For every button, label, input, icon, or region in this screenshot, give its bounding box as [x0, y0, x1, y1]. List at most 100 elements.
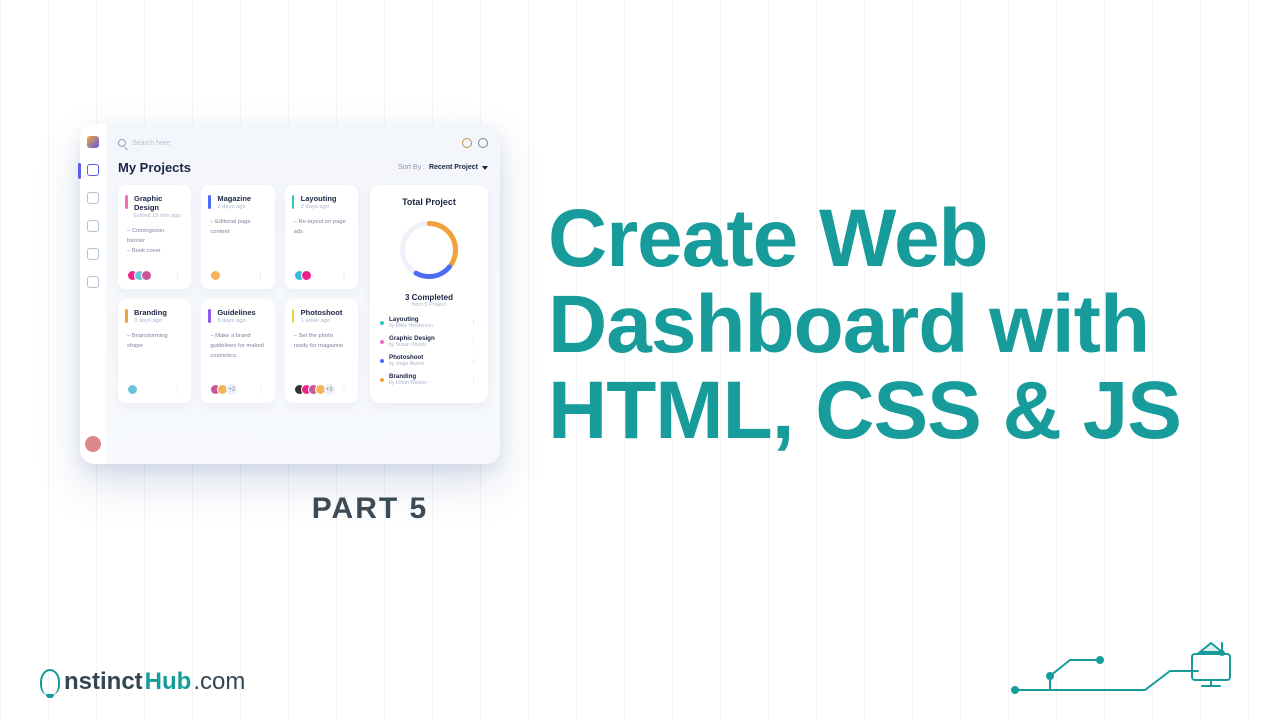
card-title: Photoshoot [301, 308, 349, 317]
card-tasks: Comingsoon bannerBook cover [127, 227, 182, 257]
project-card[interactable]: Layouting 2 days ago Re-layout on page a… [285, 185, 358, 289]
card-avatars: +2 [210, 384, 237, 395]
status-dot [380, 321, 384, 325]
side-title: Total Project [402, 197, 456, 207]
search-icon[interactable] [118, 139, 126, 147]
total-project-panel: Total Project 3 Completed from 5 Project… [370, 185, 488, 403]
nav-analytics-icon[interactable] [87, 192, 99, 204]
item-by: by Jorge Rivera [389, 361, 465, 367]
card-subtitle: 3 days ago [134, 318, 182, 324]
user-avatar[interactable] [85, 436, 101, 452]
card-menu-icon[interactable]: ⋮ [257, 271, 266, 280]
project-card[interactable]: Magazine 2 days ago Editorial page conte… [201, 185, 274, 289]
bulb-icon [40, 669, 60, 695]
item-menu-icon[interactable]: ⋮ [470, 338, 478, 346]
card-subtitle: 5 days ago [217, 318, 265, 324]
item-title: Branding [389, 373, 465, 380]
item-menu-icon[interactable]: ⋮ [470, 357, 478, 365]
card-subtitle: Edited 19 min ago [134, 213, 182, 219]
card-title: Guidelines [217, 308, 265, 317]
sort-control[interactable]: Sort By : Recent Project [398, 164, 488, 171]
side-list-item[interactable]: Photoshootby Jorge Rivera ⋮ [380, 354, 478, 367]
nav-dashboard-icon[interactable] [87, 164, 99, 176]
brand-text-3: .com [193, 668, 245, 696]
item-by: by Susan Woods [389, 342, 465, 348]
project-card[interactable]: Photoshoot 1 week ago Set the photo read… [285, 299, 358, 403]
search-input[interactable]: Search here [132, 140, 170, 147]
card-avatars [210, 270, 217, 281]
avatar [210, 270, 221, 281]
card-title: Branding [134, 308, 182, 317]
item-by: by Millie Henderson [389, 323, 465, 329]
card-title: Layouting [301, 194, 349, 203]
project-card[interactable]: Branding 3 days ago Brainstorming shape … [118, 299, 191, 403]
project-card[interactable]: Graphic Design Edited 19 min ago Comings… [118, 185, 191, 289]
nav-files-icon[interactable] [87, 220, 99, 232]
status-dot [380, 359, 384, 363]
avatar [141, 270, 152, 281]
completed-count: 3 Completed [405, 293, 453, 302]
item-menu-icon[interactable]: ⋮ [470, 376, 478, 384]
card-subtitle: 1 week ago [301, 318, 349, 324]
card-accent [208, 195, 211, 209]
card-menu-icon[interactable]: ⋮ [173, 271, 182, 280]
headline: Create Web Dashboard with HTML, CSS & JS [548, 196, 1188, 454]
sort-label: Sort By : [398, 164, 425, 171]
card-subtitle: 2 days ago [217, 204, 265, 210]
card-avatars [127, 384, 134, 395]
item-title: Photoshoot [389, 354, 465, 361]
card-accent [208, 309, 211, 323]
card-accent [292, 195, 295, 209]
nav-settings-icon[interactable] [87, 276, 99, 288]
card-tasks: Make a brand guidelines for maked cosmet… [210, 332, 265, 362]
card-tasks: Re-layout on page ads [294, 218, 349, 238]
chevron-down-icon [482, 166, 488, 170]
card-menu-icon[interactable]: ⋮ [340, 271, 349, 280]
project-card[interactable]: Guidelines 5 days ago Make a brand guide… [201, 299, 274, 403]
avatar-more: +3 [324, 384, 335, 395]
item-menu-icon[interactable]: ⋮ [470, 319, 478, 327]
status-dot [380, 378, 384, 382]
avatar [127, 384, 138, 395]
card-menu-icon[interactable]: ⋮ [340, 385, 349, 394]
dashboard-mock: Search here My Projects Sort By : Recent… [80, 124, 500, 464]
brand-logo: nstinctHub.com [40, 668, 245, 696]
side-list-item[interactable]: Graphic Designby Susan Woods ⋮ [380, 335, 478, 348]
page-title: My Projects [118, 160, 191, 175]
item-title: Layouting [389, 316, 465, 323]
star-icon[interactable] [462, 138, 472, 148]
side-list-item[interactable]: Brandingby Ethan Watson ⋮ [380, 373, 478, 386]
donut-chart [394, 215, 464, 285]
item-by: by Ethan Watson [389, 380, 465, 386]
avatar-more: +2 [226, 384, 237, 395]
nav-calendar-icon[interactable] [87, 248, 99, 260]
topbar: Search here [118, 138, 488, 148]
side-list-item[interactable]: Layoutingby Millie Henderson ⋮ [380, 316, 478, 329]
card-accent [125, 309, 128, 323]
brand-text-2: Hub [145, 668, 192, 696]
card-tasks: Brainstorming shape [127, 332, 182, 352]
card-title: Magazine [217, 194, 265, 203]
brand-text-1: nstinct [64, 668, 143, 696]
avatar [301, 270, 312, 281]
sort-value: Recent Project [429, 164, 478, 171]
card-tasks: Editorial page content [210, 218, 265, 238]
card-title: Graphic Design [134, 194, 182, 212]
card-avatars [127, 270, 148, 281]
sidebar-rail [80, 124, 106, 464]
part-label: PART 5 [312, 492, 428, 526]
completed-from: from 5 Project [412, 302, 446, 308]
status-dot [380, 340, 384, 344]
card-accent [292, 309, 295, 323]
circuit-decoration [1010, 626, 1240, 696]
card-menu-icon[interactable]: ⋮ [173, 385, 182, 394]
card-avatars: +3 [294, 384, 335, 395]
card-avatars [294, 270, 308, 281]
card-subtitle: 2 days ago [301, 204, 349, 210]
card-menu-icon[interactable]: ⋮ [257, 385, 266, 394]
item-title: Graphic Design [389, 335, 465, 342]
card-accent [125, 195, 128, 209]
card-tasks: Set the photo ready for magazine [294, 332, 349, 352]
app-logo-icon [87, 136, 99, 148]
bell-icon[interactable] [478, 138, 488, 148]
